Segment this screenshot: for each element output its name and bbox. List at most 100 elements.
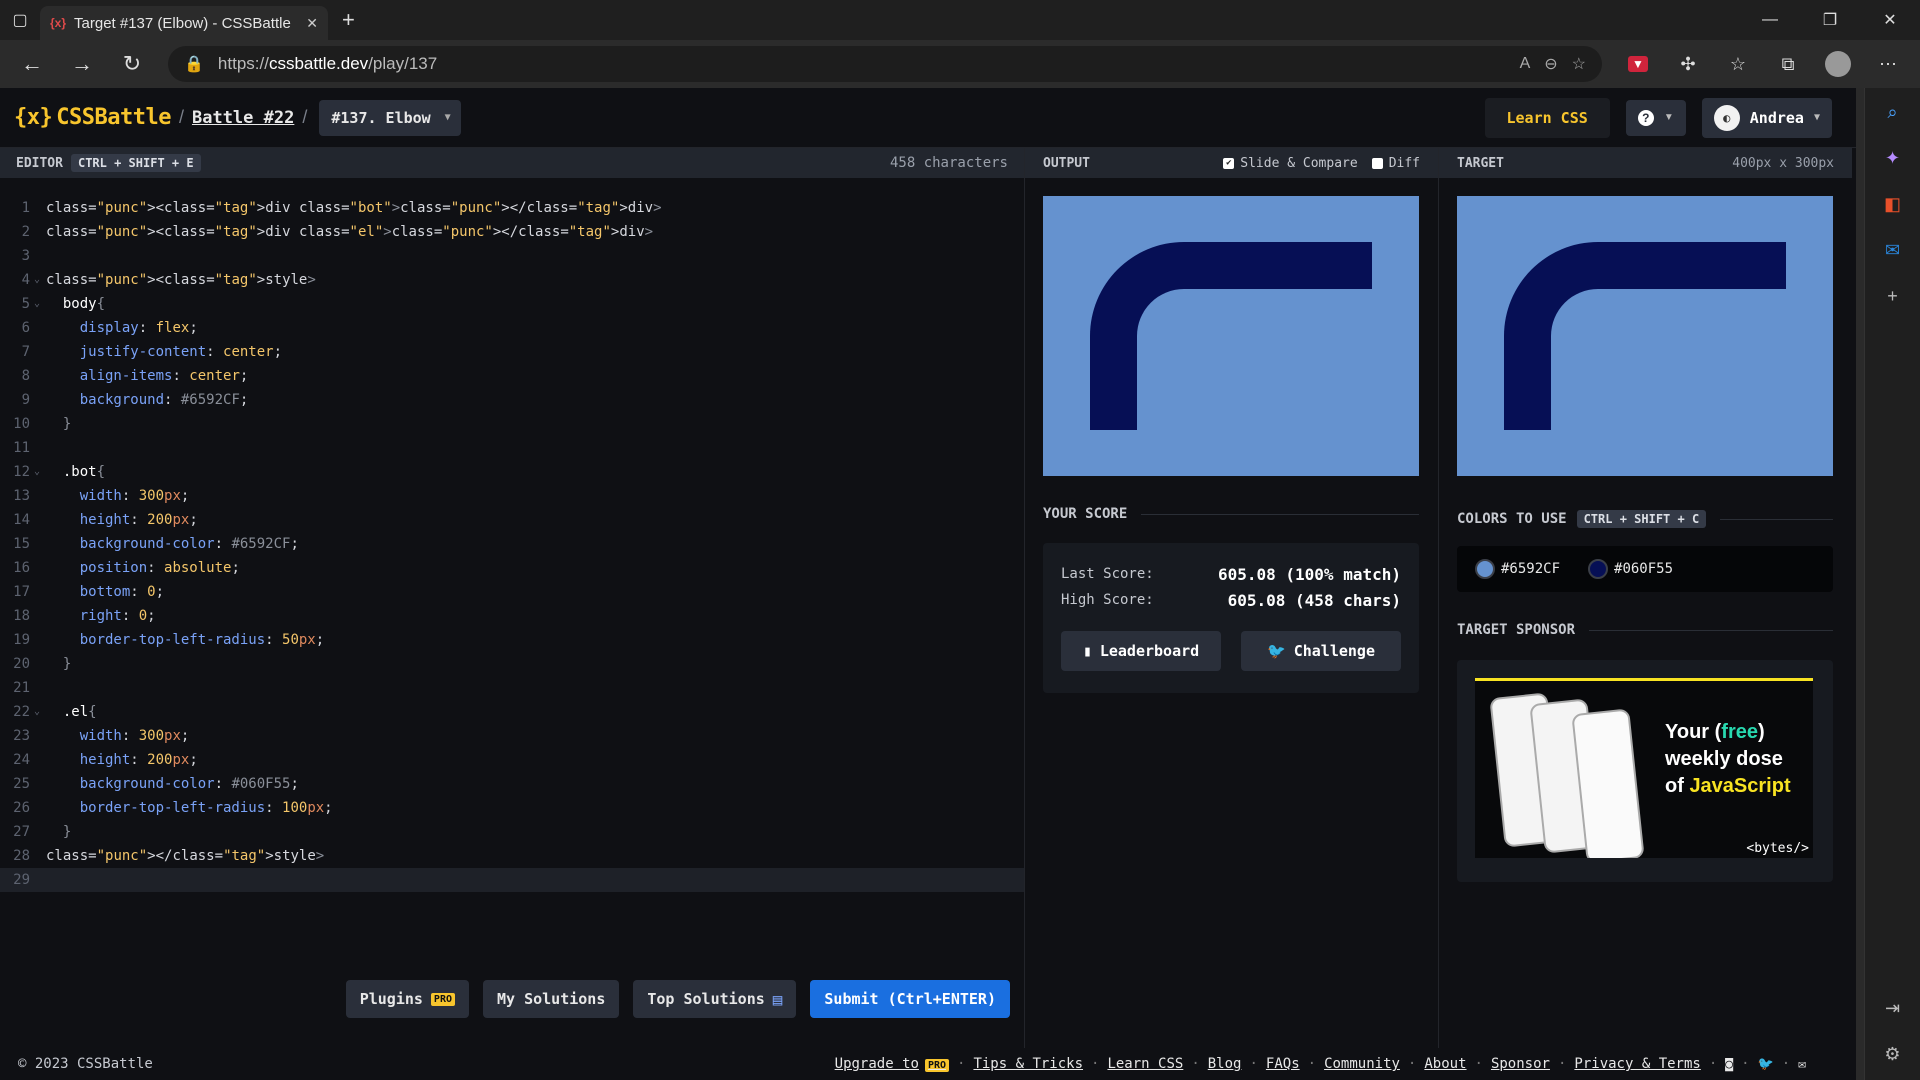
learn-css-button[interactable]: Learn CSS	[1484, 97, 1610, 138]
privacy-link[interactable]: Privacy & Terms	[1574, 1056, 1700, 1072]
top-solutions-button[interactable]: Top Solutions ▤	[633, 980, 797, 1018]
code-line[interactable]: 23 width: 300px;	[0, 724, 1024, 748]
fold-gutter	[34, 220, 46, 244]
code-line[interactable]: 16 position: absolute;	[0, 556, 1024, 580]
battle-link[interactable]: Battle #22	[192, 108, 294, 128]
close-window-icon[interactable]: ✕	[1860, 0, 1920, 40]
minimize-icon[interactable]: —	[1740, 0, 1800, 40]
settings-gear-icon[interactable]: ⚙	[1877, 1038, 1909, 1070]
email-icon[interactable]: ✉	[1798, 1057, 1806, 1072]
favorites-icon[interactable]: ☆	[1716, 46, 1760, 82]
tips-link[interactable]: Tips & Tricks	[973, 1056, 1083, 1072]
code-line[interactable]: 19 border-top-left-radius: 50px;	[0, 628, 1024, 652]
outlook-icon[interactable]: ✉	[1877, 234, 1909, 266]
line-number: 5	[21, 296, 30, 312]
twitter-icon[interactable]: 🐦	[1758, 1057, 1774, 1072]
about-link[interactable]: About	[1424, 1056, 1466, 1072]
code-line[interactable]: 13 width: 300px;	[0, 484, 1024, 508]
plugins-button[interactable]: Plugins PRO	[345, 980, 469, 1018]
code-line[interactable]: 27 }	[0, 820, 1024, 844]
sidebar-toggle-icon[interactable]: ⇥	[1877, 992, 1909, 1024]
code-line[interactable]: 6 display: flex;	[0, 316, 1024, 340]
url-field[interactable]: 🔒 https://cssbattle.dev/play/137 A ⊖ ☆	[168, 46, 1602, 82]
code-line[interactable]: 2 class="punc"><class="tag">div class="el…	[0, 220, 1024, 244]
leaderboard-button[interactable]: ▮ Leaderboard	[1061, 631, 1221, 671]
code-line[interactable]: 15 background-color: #6592CF;	[0, 532, 1024, 556]
code-line[interactable]: 8 align-items: center;	[0, 364, 1024, 388]
add-sidebar-icon[interactable]: +	[1877, 280, 1909, 312]
community-link[interactable]: Community	[1324, 1056, 1400, 1072]
fold-chevron-icon[interactable]: ⌄	[34, 460, 46, 484]
code-line[interactable]: 9 background: #6592CF;	[0, 388, 1024, 412]
code-line[interactable]: 14 height: 200px;	[0, 508, 1024, 532]
code-line[interactable]: 11	[0, 436, 1024, 460]
target-label: TARGET	[1457, 155, 1504, 171]
code-line[interactable]: 21	[0, 676, 1024, 700]
page-scrollbar[interactable]	[1856, 88, 1864, 1080]
fold-gutter	[34, 412, 46, 436]
code-line[interactable]: 12 ⌄ .bot{	[0, 460, 1024, 484]
color-swatch[interactable]: #060F55	[1588, 559, 1673, 579]
sponsor-link[interactable]: Sponsor	[1491, 1056, 1550, 1072]
discord-icon[interactable]: ◙	[1725, 1057, 1733, 1072]
extensions-puzzle-icon[interactable]: ✣	[1666, 46, 1710, 82]
slide-compare-toggle[interactable]: ✔ Slide & Compare	[1223, 156, 1358, 171]
target-select[interactable]: #137. Elbow ▼	[319, 99, 461, 136]
new-tab-icon[interactable]: +	[342, 7, 355, 33]
editor-actions: Plugins PRO My Solutions Top Solutions ▤…	[345, 980, 1010, 1018]
target-preview[interactable]	[1457, 196, 1833, 476]
code-line[interactable]: 29	[0, 868, 1024, 892]
code-area[interactable]: 1 class="punc"><class="tag">div class="bo…	[0, 178, 1024, 892]
challenge-button[interactable]: 🐦 Challenge	[1241, 631, 1401, 671]
color-swatch[interactable]: #6592CF	[1475, 559, 1560, 579]
cssbattle-logo[interactable]: {x} CSSBattle	[14, 105, 171, 130]
diff-toggle[interactable]: Diff	[1371, 156, 1420, 171]
code-line[interactable]: 25 background-color: #060F55;	[0, 772, 1024, 796]
code-line[interactable]: 10 }	[0, 412, 1024, 436]
learn-css-link[interactable]: Learn CSS	[1107, 1056, 1183, 1072]
code-line[interactable]: 24 height: 200px;	[0, 748, 1024, 772]
more-icon[interactable]: ⋯	[1866, 46, 1910, 82]
output-label: OUTPUT	[1043, 155, 1090, 171]
zoom-icon[interactable]: ⊖	[1544, 54, 1557, 74]
back-icon[interactable]: ←	[10, 46, 54, 82]
collections-icon[interactable]: ⧉	[1766, 46, 1810, 82]
help-button[interactable]: ? ▼	[1625, 99, 1686, 136]
favorite-star-icon[interactable]: ☆	[1572, 54, 1586, 74]
code-line[interactable]: 17 bottom: 0;	[0, 580, 1024, 604]
extension-icon[interactable]: ▼	[1616, 46, 1660, 82]
user-menu-button[interactable]: ◐ Andrea ▼	[1701, 97, 1832, 138]
code-line[interactable]: 28 class="punc"></class="tag">style>	[0, 844, 1024, 868]
blog-link[interactable]: Blog	[1208, 1056, 1242, 1072]
upgrade-link[interactable]: Upgrade to PRO	[835, 1056, 949, 1072]
my-solutions-button[interactable]: My Solutions	[482, 980, 620, 1018]
code-line[interactable]: 20 }	[0, 652, 1024, 676]
refresh-icon[interactable]: ↻	[110, 46, 154, 82]
faqs-link[interactable]: FAQs	[1266, 1056, 1300, 1072]
code-line[interactable]: 5 ⌄ body{	[0, 292, 1024, 316]
fold-chevron-icon[interactable]: ⌄	[34, 268, 46, 292]
sponsor-ad[interactable]: Your (free) weekly dose of JavaScript <b…	[1475, 678, 1813, 858]
fold-chevron-icon[interactable]: ⌄	[34, 700, 46, 724]
office-icon[interactable]: ◧	[1877, 188, 1909, 220]
browser-tab[interactable]: {x} Target #137 (Elbow) - CSSBattle ✕	[40, 6, 328, 40]
copilot-icon[interactable]: ✦	[1877, 142, 1909, 174]
search-icon[interactable]: ⌕	[1877, 96, 1909, 128]
line-number: 10	[13, 416, 30, 432]
profile-icon[interactable]	[1816, 46, 1860, 82]
output-preview[interactable]	[1043, 196, 1419, 476]
code-line[interactable]: 26 border-top-left-radius: 100px;	[0, 796, 1024, 820]
code-line[interactable]: 1 class="punc"><class="tag">div class="bo…	[0, 196, 1024, 220]
fold-chevron-icon[interactable]: ⌄	[34, 292, 46, 316]
close-tab-icon[interactable]: ✕	[306, 15, 318, 32]
code-line[interactable]: 4 ⌄ class="punc"><class="tag">style>	[0, 268, 1024, 292]
forward-icon[interactable]: →	[60, 46, 104, 82]
read-aloud-icon[interactable]: A	[1520, 55, 1531, 73]
code-line[interactable]: 18 right: 0;	[0, 604, 1024, 628]
submit-button[interactable]: Submit (Ctrl+ENTER)	[810, 980, 1010, 1018]
code-line[interactable]: 22 ⌄ .el{	[0, 700, 1024, 724]
code-line[interactable]: 7 justify-content: center;	[0, 340, 1024, 364]
tab-actions-icon[interactable]: ▢	[0, 0, 40, 40]
code-line[interactable]: 3	[0, 244, 1024, 268]
restore-icon[interactable]: ❐	[1800, 0, 1860, 40]
